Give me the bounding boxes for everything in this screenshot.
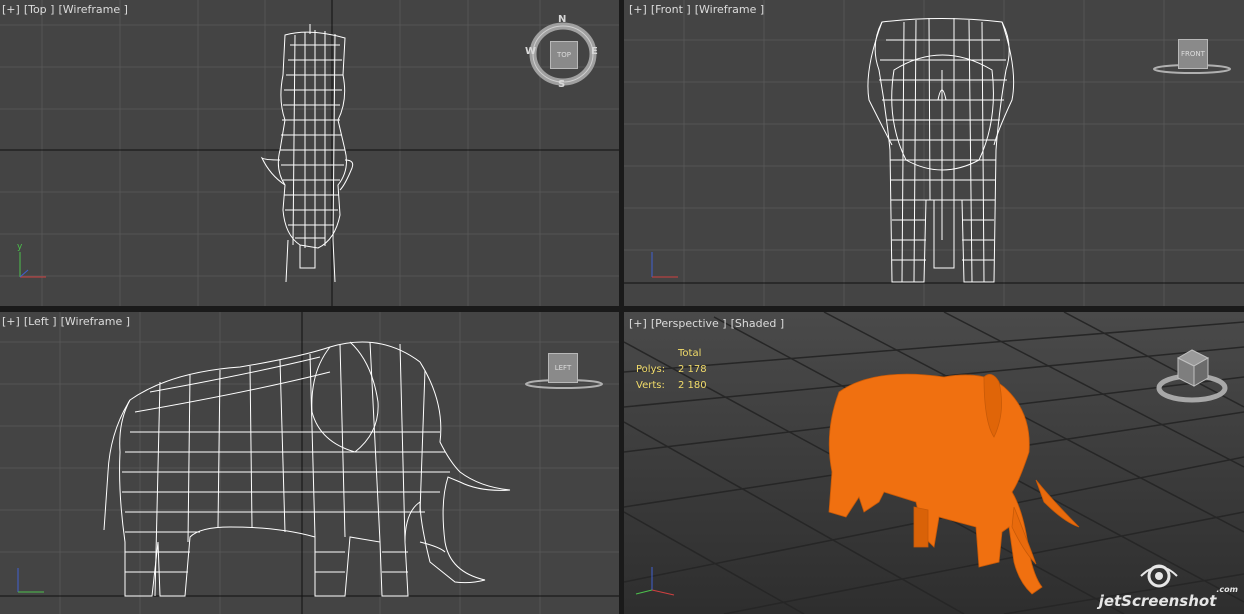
jetscreenshot-logo-icon [1139, 564, 1178, 588]
viewport-label-top[interactable]: [+] [Top ] [Wireframe ] [0, 3, 130, 16]
viewport-menu-plus[interactable]: [+] [627, 317, 649, 330]
stats-polys-label: Polys: [636, 364, 666, 375]
stats-header: Total [678, 348, 702, 359]
elephant-left-wireframe [103, 341, 511, 597]
stats-polys-value: 2 178 [678, 364, 707, 375]
axis-gizmo-front [651, 252, 678, 278]
viewport-menu-plus[interactable]: [+] [0, 3, 22, 16]
viewcube-face[interactable]: FRONT [1178, 39, 1208, 69]
watermark-brand: jetScreenshot [1098, 592, 1217, 610]
viewport-view-menu[interactable]: [Left ] [22, 315, 59, 328]
axis-gizmo-left [17, 568, 44, 593]
viewcube-face[interactable]: TOP [550, 41, 578, 69]
viewport-view-menu[interactable]: [Perspective ] [649, 317, 729, 330]
compass-east[interactable]: E [591, 46, 598, 57]
elephant-front-wireframe [867, 17, 1015, 283]
viewport-shading-menu[interactable]: [Wireframe ] [59, 315, 132, 328]
viewport-label-perspective[interactable]: [+] [Perspective ] [Shaded ] [627, 317, 786, 330]
compass-north[interactable]: N [558, 14, 566, 25]
watermark-logo: jetScreenshot.com [1098, 564, 1238, 610]
viewcube-face[interactable]: LEFT [548, 353, 578, 383]
viewport-statistics: Total Polys: 2 178 Verts: 2 180 [636, 346, 738, 394]
viewcube-perspective[interactable] [1154, 344, 1230, 406]
viewport-view-menu[interactable]: [Front ] [649, 3, 693, 16]
viewport-shading-menu[interactable]: [Wireframe ] [693, 3, 766, 16]
axis-label-y: y [17, 242, 23, 252]
stats-verts-label: Verts: [636, 380, 665, 391]
viewport-perspective[interactable]: [+] [Perspective ] [Shaded ] Total Polys: 2… [624, 312, 1244, 614]
viewport-shading-menu[interactable]: [Wireframe ] [56, 3, 129, 16]
viewcube-top[interactable]: TOP N S E W [525, 14, 602, 92]
grid-front [624, 0, 1244, 306]
viewport-top[interactable]: [+] [Top ] [Wireframe ] y TOP N S E W [0, 0, 619, 306]
viewport-front[interactable]: [+] [Front ] [Wireframe ] FRONT [624, 0, 1244, 306]
viewcube-front[interactable]: FRONT [1152, 36, 1232, 76]
viewport-label-front[interactable]: [+] [Front ] [Wireframe ] [627, 3, 766, 16]
elephant-top-wireframe [260, 24, 354, 283]
viewport-left[interactable]: [+] [Left ] [Wireframe ] LEFT [0, 312, 619, 614]
viewcube-left[interactable]: LEFT [524, 350, 604, 390]
compass-west[interactable]: W [525, 46, 536, 57]
viewcube-3d-icon [1156, 349, 1228, 403]
watermark-suffix: .com [1216, 585, 1238, 594]
viewport-view-menu[interactable]: [Top ] [22, 3, 57, 16]
viewport-menu-plus[interactable]: [+] [627, 3, 649, 16]
viewport-label-left[interactable]: [+] [Left ] [Wireframe ] [0, 315, 132, 328]
viewport-shading-menu[interactable]: [Shaded ] [729, 317, 787, 330]
compass-south[interactable]: S [558, 79, 565, 90]
stats-verts-value: 2 180 [678, 380, 707, 391]
viewport-menu-plus[interactable]: [+] [0, 315, 22, 328]
